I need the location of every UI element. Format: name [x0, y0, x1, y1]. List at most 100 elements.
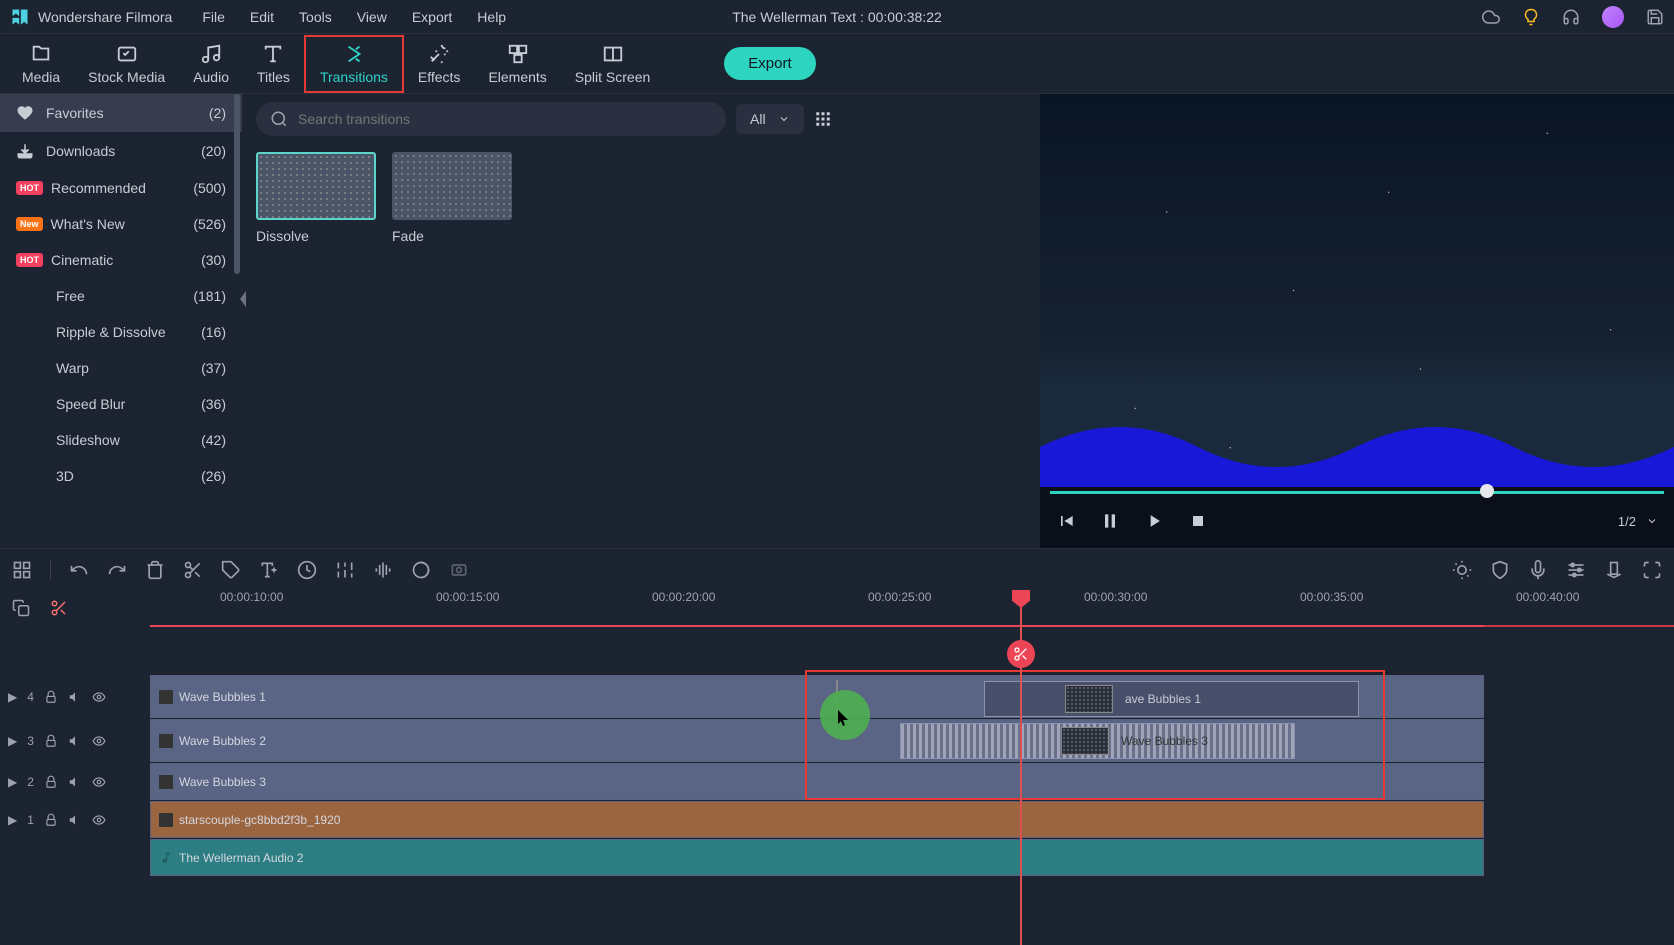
tab-media[interactable]: Media	[8, 35, 74, 93]
cloud-icon[interactable]	[1482, 8, 1500, 26]
shield-icon[interactable]	[1490, 560, 1510, 580]
color-icon[interactable]	[411, 560, 431, 580]
delete-icon[interactable]	[145, 560, 165, 580]
filter-dropdown[interactable]: All	[736, 104, 804, 134]
tab-audio[interactable]: Audio	[179, 35, 243, 93]
sidebar-item-recommended[interactable]: HOT Recommended (500)	[0, 170, 242, 206]
redo-icon[interactable]	[107, 560, 127, 580]
audio-equalizer-icon[interactable]	[373, 560, 393, 580]
speaker-icon[interactable]	[68, 775, 82, 789]
chromakey-icon[interactable]	[449, 560, 469, 580]
tab-effects[interactable]: Effects	[404, 35, 475, 93]
track-header[interactable]: ▶ 3	[0, 719, 150, 762]
sidebar-scrollbar[interactable]	[234, 94, 240, 274]
transition-preview-clip-1[interactable]: ave Bubbles 1	[984, 681, 1359, 717]
tag-icon[interactable]	[221, 560, 241, 580]
zoom-control[interactable]: 1/2	[1618, 514, 1658, 529]
progress-handle[interactable]	[1480, 484, 1494, 498]
menu-view[interactable]: View	[357, 9, 387, 25]
preview-video[interactable]	[1040, 94, 1674, 487]
lock-icon[interactable]	[44, 775, 58, 789]
eye-icon[interactable]	[92, 775, 106, 789]
grid-toggle-icon[interactable]	[12, 560, 32, 580]
lock-icon[interactable]	[44, 734, 58, 748]
prev-frame-icon[interactable]	[1056, 511, 1076, 531]
preview-panel: 1/2	[1040, 94, 1674, 548]
app-logo-icon	[10, 7, 30, 27]
time-ruler[interactable]: 00:00:10:00 00:00:15:00 00:00:20:00 00:0…	[150, 590, 1674, 630]
speaker-icon[interactable]	[68, 813, 82, 827]
play-icon[interactable]	[1144, 511, 1164, 531]
fullscreen-icon[interactable]	[1642, 560, 1662, 580]
adjust-icon[interactable]	[335, 560, 355, 580]
filter-label: All	[750, 111, 766, 127]
text-add-icon[interactable]	[259, 560, 279, 580]
lock-icon[interactable]	[44, 813, 58, 827]
stop-icon[interactable]	[1188, 511, 1208, 531]
track-content[interactable]: Wave Bubbles 3	[150, 763, 1484, 800]
tab-transitions[interactable]: Transitions	[304, 35, 404, 93]
track-header[interactable]: ▶ 1	[0, 801, 150, 838]
menu-edit[interactable]: Edit	[250, 9, 274, 25]
menu-export[interactable]: Export	[412, 9, 452, 25]
avatar[interactable]	[1602, 6, 1624, 28]
transition-fade[interactable]: Fade	[392, 152, 512, 244]
support-icon[interactable]	[1562, 8, 1580, 26]
audio-clip[interactable]: The Wellerman Audio 2	[150, 839, 1484, 876]
playhead-cut-button[interactable]	[1007, 640, 1035, 668]
tab-elements[interactable]: Elements	[474, 35, 560, 93]
track-content[interactable]: starscouple-gc8bbd2f3b_1920	[150, 801, 1484, 838]
sidebar-item-cinematic[interactable]: HOT Cinematic (30)	[0, 242, 242, 278]
tab-split-screen[interactable]: Split Screen	[561, 35, 664, 93]
transition-preview-clip-2[interactable]: Wave Bubbles 3	[900, 723, 1295, 759]
export-button[interactable]: Export	[724, 47, 815, 80]
progress-bar[interactable]	[1040, 487, 1674, 497]
tab-stock-media[interactable]: Stock Media	[74, 35, 179, 93]
pause-icon[interactable]	[1100, 511, 1120, 531]
cut-icon[interactable]	[183, 560, 203, 580]
tab-titles-label: Titles	[257, 69, 290, 85]
track-header[interactable]	[0, 839, 150, 876]
undo-icon[interactable]	[69, 560, 89, 580]
eye-icon[interactable]	[92, 690, 106, 704]
mic-icon[interactable]	[1528, 560, 1548, 580]
playhead[interactable]	[1020, 590, 1022, 945]
sidebar-item-favorites[interactable]: Favorites (2)	[0, 94, 242, 132]
sidebar-item-ripple[interactable]: Ripple & Dissolve (16)	[0, 314, 242, 350]
mixer-icon[interactable]	[1566, 560, 1586, 580]
sidebar-item-speed-blur[interactable]: Speed Blur (36)	[0, 386, 242, 422]
render-icon[interactable]	[1452, 560, 1472, 580]
transition-dissolve[interactable]: Dissolve	[256, 152, 376, 244]
speaker-icon[interactable]	[68, 734, 82, 748]
menu-tools[interactable]: Tools	[299, 9, 332, 25]
scissors-ruler-icon[interactable]	[50, 599, 68, 617]
copy-icon[interactable]	[12, 599, 30, 617]
sidebar-item-downloads[interactable]: Downloads (20)	[0, 132, 242, 170]
grid-view-icon[interactable]	[814, 110, 832, 128]
save-icon[interactable]	[1646, 8, 1664, 26]
menu-help[interactable]: Help	[477, 9, 506, 25]
sidebar-item-slideshow[interactable]: Slideshow (42)	[0, 422, 242, 458]
eye-icon[interactable]	[92, 813, 106, 827]
search-box[interactable]	[256, 102, 726, 136]
video-clip[interactable]: Wave Bubbles 3	[150, 763, 1484, 800]
track-content[interactable]: The Wellerman Audio 2	[150, 839, 1484, 876]
sidebar-item-whats-new[interactable]: New What's New (526)	[0, 206, 242, 242]
tab-titles[interactable]: Titles	[243, 35, 304, 93]
split-screen-icon	[602, 43, 624, 65]
menu-file[interactable]: File	[202, 9, 225, 25]
marker-icon[interactable]	[1604, 560, 1624, 580]
speed-icon[interactable]	[297, 560, 317, 580]
speaker-icon[interactable]	[68, 690, 82, 704]
search-input[interactable]	[298, 111, 712, 127]
track-header[interactable]: ▶ 2	[0, 763, 150, 800]
sidebar-item-free[interactable]: Free (181)	[0, 278, 242, 314]
sidebar-item-warp[interactable]: Warp (37)	[0, 350, 242, 386]
sidebar-item-3d[interactable]: 3D (26)	[0, 458, 242, 494]
track-header[interactable]: ▶ 4	[0, 675, 150, 718]
image-clip[interactable]: starscouple-gc8bbd2f3b_1920	[150, 801, 1484, 838]
eye-icon[interactable]	[92, 734, 106, 748]
lock-icon[interactable]	[44, 690, 58, 704]
lightbulb-icon[interactable]	[1522, 8, 1540, 26]
collapse-left-icon[interactable]	[238, 289, 248, 309]
